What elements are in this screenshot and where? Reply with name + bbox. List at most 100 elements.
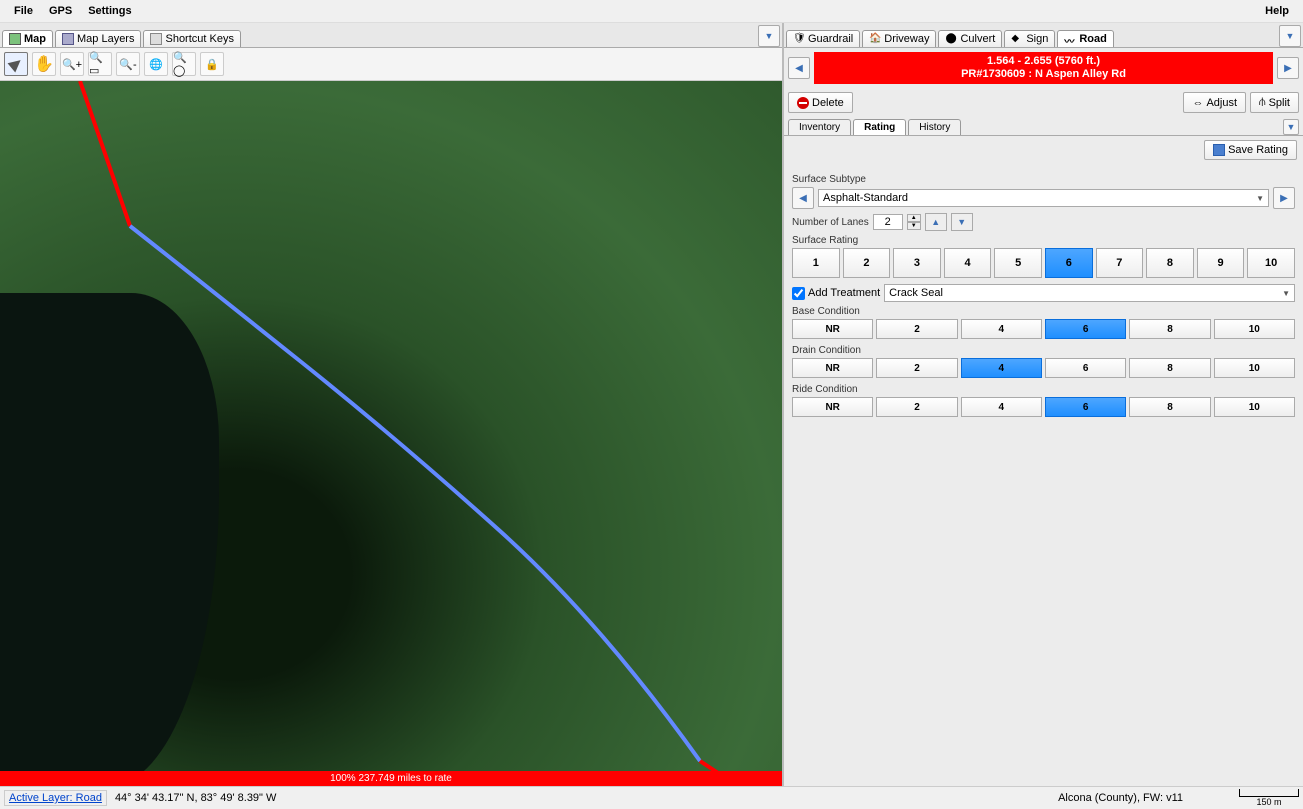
- surface-rating-3[interactable]: 3: [893, 248, 941, 278]
- next-segment-button[interactable]: [1277, 57, 1299, 79]
- zoom-out-tool[interactable]: 🔍-: [116, 52, 140, 76]
- tab-culvert-label: Culvert: [960, 33, 995, 45]
- chevron-down-icon: [1286, 30, 1295, 42]
- surface-subtype-combo[interactable]: Asphalt-Standard▼: [818, 189, 1269, 207]
- save-rating-button[interactable]: Save Rating: [1204, 140, 1297, 160]
- tab-driveway[interactable]: 🏠Driveway: [862, 30, 936, 47]
- chevron-down-icon: [765, 30, 774, 42]
- ride-cond-8[interactable]: 8: [1129, 397, 1210, 417]
- pointer-tool[interactable]: [4, 52, 28, 76]
- menu-settings[interactable]: Settings: [80, 2, 139, 20]
- active-layer-link[interactable]: Active Layer: Road: [4, 790, 107, 806]
- lock-tool[interactable]: 🔒: [200, 52, 224, 76]
- delete-button[interactable]: Delete: [788, 92, 853, 113]
- surface-rating-8[interactable]: 8: [1146, 248, 1194, 278]
- menu-gps[interactable]: GPS: [41, 2, 80, 20]
- zoom-rect-icon: 🔍▭: [89, 51, 111, 77]
- split-icon: ⫛: [1259, 96, 1266, 109]
- treatment-value: Crack Seal: [889, 287, 943, 299]
- lanes-spin-up[interactable]: ▲: [907, 214, 921, 222]
- base-cond-10[interactable]: 10: [1214, 319, 1295, 339]
- ride-cond-2[interactable]: 2: [876, 397, 957, 417]
- lanes-input[interactable]: [873, 214, 903, 230]
- tab-map[interactable]: Map: [2, 30, 53, 47]
- base-cond-8[interactable]: 8: [1129, 319, 1210, 339]
- zoom-in-tool[interactable]: 🔍+: [60, 52, 84, 76]
- drain-cond-8[interactable]: 8: [1129, 358, 1210, 378]
- map-icon: [9, 33, 21, 45]
- ride-condition-label: Ride Condition: [792, 384, 1295, 395]
- hand-icon: ✋: [34, 54, 54, 74]
- surface-rating-5[interactable]: 5: [994, 248, 1042, 278]
- drain-cond-4[interactable]: 4: [961, 358, 1042, 378]
- surface-rating-10[interactable]: 10: [1247, 248, 1295, 278]
- tab-dropdown[interactable]: [758, 25, 780, 47]
- base-cond-6[interactable]: 6: [1045, 319, 1126, 339]
- asset-tab-dropdown[interactable]: [1279, 25, 1301, 47]
- asset-tab-row: 🛡Guardrail 🏠Driveway ⬤Culvert ◆Sign 〰Roa…: [784, 23, 1303, 48]
- surface-rating-7[interactable]: 7: [1096, 248, 1144, 278]
- detail-tab-dropdown[interactable]: [1283, 119, 1299, 135]
- base-condition-row: NR246810: [792, 319, 1295, 339]
- drain-cond-NR[interactable]: NR: [792, 358, 873, 378]
- surface-rating-6[interactable]: 6: [1045, 248, 1093, 278]
- arrow-up-icon: [931, 216, 940, 228]
- tab-map-layers[interactable]: Map Layers: [55, 30, 141, 47]
- left-pane: Map Map Layers Shortcut Keys ✋ 🔍+ 🔍▭ 🔍- …: [0, 23, 784, 786]
- base-cond-NR[interactable]: NR: [792, 319, 873, 339]
- tab-road[interactable]: 〰Road: [1057, 30, 1114, 47]
- segment-header: 1.564 - 2.655 (5760 ft.) PR#1730609 : N …: [784, 48, 1303, 88]
- add-treatment-checkbox[interactable]: [792, 287, 805, 300]
- add-treatment-check[interactable]: Add Treatment: [792, 287, 880, 300]
- base-cond-4[interactable]: 4: [961, 319, 1042, 339]
- drain-cond-2[interactable]: 2: [876, 358, 957, 378]
- cursor-icon: [8, 56, 25, 73]
- ride-cond-10[interactable]: 10: [1214, 397, 1295, 417]
- ride-cond-4[interactable]: 4: [961, 397, 1042, 417]
- drain-cond-6[interactable]: 6: [1045, 358, 1126, 378]
- surface-rating-1[interactable]: 1: [792, 248, 840, 278]
- surface-subtype-prev[interactable]: [792, 187, 814, 209]
- dropdown-icon: ▼: [1282, 289, 1290, 298]
- base-cond-2[interactable]: 2: [876, 319, 957, 339]
- split-button[interactable]: ⫛Split: [1250, 92, 1299, 113]
- menu-file[interactable]: File: [6, 2, 41, 20]
- tab-history[interactable]: History: [908, 119, 961, 135]
- adjust-button[interactable]: ⇔Adjust: [1183, 92, 1246, 113]
- zoom-world-tool[interactable]: 🌐: [144, 52, 168, 76]
- surface-subtype-next[interactable]: [1273, 187, 1295, 209]
- tab-inventory[interactable]: Inventory: [788, 119, 851, 135]
- tab-guardrail[interactable]: 🛡Guardrail: [786, 30, 860, 47]
- detail-tab-row: Inventory Rating History: [784, 117, 1303, 136]
- layers-icon: [62, 33, 74, 45]
- tab-sign[interactable]: ◆Sign: [1004, 30, 1055, 47]
- surface-rating-9[interactable]: 9: [1197, 248, 1245, 278]
- lanes-up-button[interactable]: [925, 213, 947, 231]
- scale-bar: [1239, 789, 1299, 797]
- surface-subtype-label: Surface Subtype: [792, 174, 1295, 185]
- ride-cond-NR[interactable]: NR: [792, 397, 873, 417]
- road-segment-red-start: [80, 81, 130, 226]
- treatment-combo[interactable]: Crack Seal ▼: [884, 284, 1295, 302]
- zoom-in-rect-tool[interactable]: 🔍▭: [88, 52, 112, 76]
- driveway-icon: 🏠: [869, 33, 881, 45]
- drain-cond-10[interactable]: 10: [1214, 358, 1295, 378]
- zoom-selection-tool[interactable]: 🔍◯: [172, 52, 196, 76]
- status-county: Alcona (County), FW: v11: [1058, 792, 1183, 804]
- segment-detail: PR#1730609 : N Aspen Alley Rd: [817, 68, 1270, 81]
- ride-cond-6[interactable]: 6: [1045, 397, 1126, 417]
- pan-tool[interactable]: ✋: [32, 52, 56, 76]
- tab-rating[interactable]: Rating: [853, 119, 906, 135]
- surface-rating-2[interactable]: 2: [843, 248, 891, 278]
- tab-shortcut-keys[interactable]: Shortcut Keys: [143, 30, 240, 47]
- menu-help[interactable]: Help: [1257, 2, 1297, 20]
- surface-rating-4[interactable]: 4: [944, 248, 992, 278]
- lanes-spin-down[interactable]: ▼: [907, 222, 921, 230]
- prev-segment-button[interactable]: [788, 57, 810, 79]
- segment-banner: 1.564 - 2.655 (5760 ft.) PR#1730609 : N …: [814, 52, 1273, 84]
- scale-label: 150 m: [1256, 797, 1281, 807]
- zoom-sel-icon: 🔍◯: [173, 51, 195, 77]
- map-canvas[interactable]: 100% 237.749 miles to rate: [0, 81, 782, 786]
- tab-culvert[interactable]: ⬤Culvert: [938, 30, 1002, 47]
- lanes-down-button[interactable]: [951, 213, 973, 231]
